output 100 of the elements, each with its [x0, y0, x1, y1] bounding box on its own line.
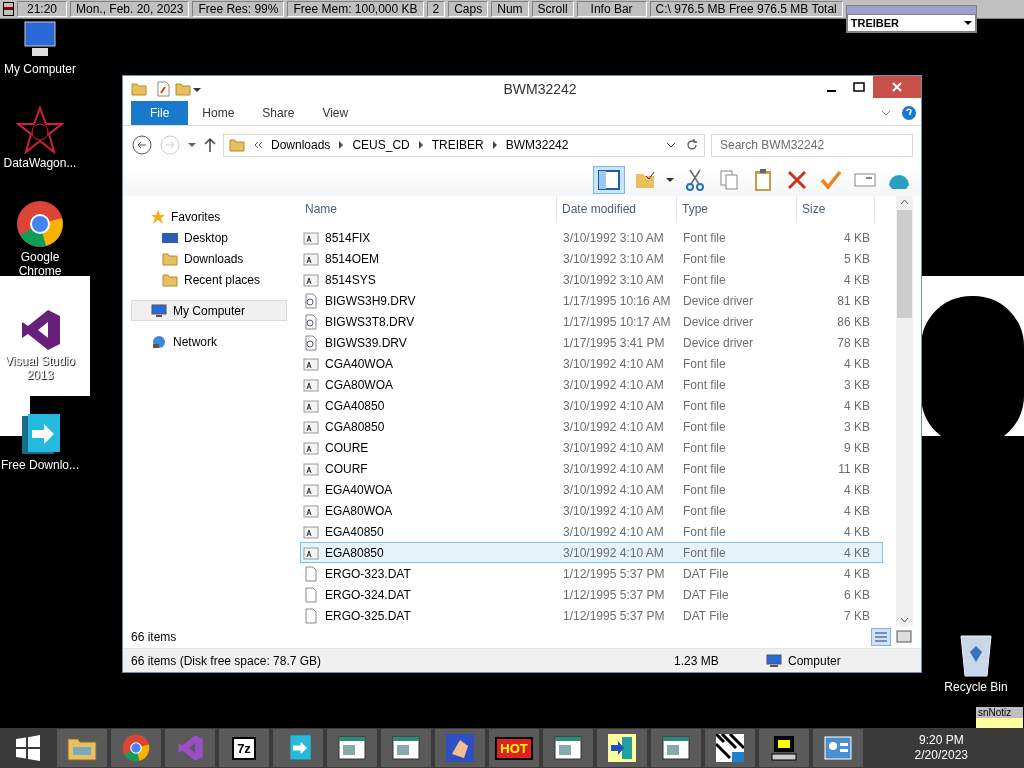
back-icon[interactable]: [131, 134, 153, 156]
column-header[interactable]: Size: [797, 196, 875, 222]
nav-item[interactable]: Network: [131, 331, 287, 352]
date-cell-text: 1/17/1995 3:41 PM: [562, 335, 666, 350]
taskbar-app-button[interactable]: [543, 729, 593, 767]
file-row[interactable]: EGA80850 3/10/1992 4:10 AM Font file 4 KB: [300, 542, 883, 563]
thumbnail-view-icon[interactable]: [895, 628, 913, 646]
desktop-shortcut[interactable]: Google Chrome: [0, 200, 80, 278]
column-header[interactable]: Date modified: [557, 196, 677, 222]
info-bar-item: 2: [426, 1, 446, 17]
breadcrumb-item[interactable]: CEUS_CD: [352, 138, 410, 152]
info-bar-item: C:\ 976.5 MB Free 976.5 MB Total: [649, 1, 843, 17]
file-row[interactable]: ERGO-323.DAT 1/12/1995 5:37 PM DAT File 4 KB: [300, 563, 883, 584]
nav-item[interactable]: My Computer: [131, 300, 287, 321]
file-row[interactable]: ERGO-324.DAT 1/12/1995 5:37 PM DAT File 6 KB: [300, 584, 883, 605]
file-name: EGA80WOA: [325, 503, 393, 518]
search-field[interactable]: Search BWM32242: [711, 133, 913, 157]
selection-size: 1.23 MB: [674, 653, 720, 668]
file-row[interactable]: CGA80850 3/10/1992 4:10 AM Font file 3 KB: [300, 416, 883, 437]
type-cell-text: Font file: [682, 230, 727, 245]
info-bar-item: Mon., Feb. 20, 2023: [70, 1, 190, 17]
file-row[interactable]: CGA80WOA 3/10/1992 4:10 AM Font file 3 KB: [300, 374, 883, 395]
file-row[interactable]: EGA40WOA 3/10/1992 4:10 AM Font file 4 KB: [300, 479, 883, 500]
envelope-icon: [854, 172, 876, 188]
file-row[interactable]: COURF 3/10/1992 4:10 AM Font file 11 KB: [300, 458, 883, 479]
clock[interactable]: 9:20 PM 2/20/2023: [914, 733, 1024, 763]
scroll-thumb[interactable]: [897, 210, 912, 318]
ribbon-tab[interactable]: File: [131, 101, 189, 125]
chevron-down-icon[interactable]: [665, 140, 677, 150]
file-row[interactable]: BIGWS3T8.DRV 1/17/1995 10:17 AM Device driver 86 KB: [300, 311, 883, 332]
size-cell-text: 4 KB: [843, 524, 871, 539]
ribbon-tab[interactable]: View: [308, 101, 363, 125]
dropdown-arrow-icon[interactable]: [187, 140, 197, 150]
chevron-right-icon[interactable]: [417, 141, 424, 149]
nav-item[interactable]: Downloads: [131, 248, 287, 269]
file-name: EGA40850: [325, 524, 384, 539]
desktop-shortcut[interactable]: My Computer: [0, 20, 80, 76]
taskbar-app-button[interactable]: [759, 729, 809, 767]
file-row[interactable]: ERGO-325.DAT 1/12/1995 5:37 PM DAT File 7 KB: [300, 605, 883, 626]
taskbar-app-button[interactable]: [381, 729, 431, 767]
file-row[interactable]: COURE 3/10/1992 4:10 AM Font file 9 KB: [300, 437, 883, 458]
info-bar-item: Scroll: [531, 1, 574, 17]
nav-item[interactable]: Recent places: [131, 269, 287, 290]
desktop-shortcut[interactable]: DataWagon...: [0, 106, 80, 170]
taskbar-app-button[interactable]: HOT: [489, 729, 539, 767]
size-cell-text: 78 KB: [836, 335, 871, 350]
file-row[interactable]: EGA80WOA 3/10/1992 4:10 AM Font file 4 KB: [300, 500, 883, 521]
file-row[interactable]: 8514OEM 3/10/1992 3:10 AM Font file 5 KB: [300, 248, 883, 269]
info-bar-item: Num: [491, 1, 529, 17]
file-row[interactable]: BIGWS39.DRV 1/17/1995 3:41 PM Device driver 78 KB: [300, 332, 883, 353]
taskbar-app-button[interactable]: [705, 729, 755, 767]
desktop-shortcut[interactable]: Visual Studio 2013: [0, 308, 80, 382]
taskbar-app-button[interactable]: [813, 729, 863, 767]
file-row[interactable]: CGA40850 3/10/1992 4:10 AM Font file 4 KB: [300, 395, 883, 416]
file-name: ERGO-323.DAT: [325, 566, 411, 581]
file-row[interactable]: CGA40WOA 3/10/1992 4:10 AM Font file 4 KB: [300, 353, 883, 374]
breadcrumb-item[interactable]: TREIBER: [431, 138, 484, 152]
checker-icon: [716, 734, 744, 762]
scrollbar[interactable]: [896, 196, 913, 626]
file-name: CGA80850: [325, 419, 385, 434]
breadcrumb-item[interactable]: BWM32242: [505, 138, 569, 152]
taskbar-app-button[interactable]: [273, 729, 323, 767]
close-button[interactable]: [873, 76, 921, 98]
preview-pane-button[interactable]: [593, 166, 625, 194]
desktop-shortcut[interactable]: Free Downlo...: [0, 412, 80, 472]
window-icon: [554, 736, 582, 760]
properties-icon: [155, 80, 171, 97]
system-menu-button[interactable]: [3, 2, 14, 16]
drive-dropdown[interactable]: TREIBER: [846, 14, 976, 32]
chevron-right-icon[interactable]: [338, 141, 345, 149]
size-cell-text: 4 KB: [843, 503, 871, 518]
up-arrow-icon[interactable]: [203, 137, 217, 153]
taskbar-app-button[interactable]: 7z: [219, 729, 269, 767]
ribbon-tab[interactable]: Home: [188, 101, 249, 125]
taskbar-app-button[interactable]: [327, 729, 377, 767]
date-cell-text: 3/10/1992 4:10 AM: [562, 503, 665, 518]
column-header[interactable]: Name: [300, 196, 557, 222]
details-view-icon[interactable]: [871, 628, 891, 646]
taskbar-app-button[interactable]: [651, 729, 701, 767]
taskbar-app-button[interactable]: [597, 729, 647, 767]
type-cell-text: Font file: [682, 482, 727, 497]
dropdown-arrow-icon[interactable]: [665, 175, 675, 185]
refresh-icon[interactable]: [685, 138, 699, 152]
desktop-shortcut[interactable]: Recycle Bin: [940, 632, 1012, 694]
file-row[interactable]: 8514FIX 3/10/1992 3:10 AM Font file 4 KB: [300, 227, 883, 248]
column-header[interactable]: Type: [677, 196, 797, 222]
sticky-note[interactable]: snNotiz: [975, 706, 1024, 730]
chevron-right-icon[interactable]: [491, 141, 498, 149]
nav-item[interactable]: Favorites: [131, 206, 287, 227]
ribbon-tab[interactable]: Share: [248, 101, 309, 125]
file-row[interactable]: BIGWS3H9.DRV 1/17/1995 10:16 AM Device driver 81 KB: [300, 290, 883, 311]
gear-file-icon: [303, 292, 319, 309]
nav-item[interactable]: Desktop: [131, 227, 287, 248]
folder-icon: [162, 251, 178, 266]
file-row[interactable]: EGA40850 3/10/1992 4:10 AM Font file 4 KB: [300, 521, 883, 542]
breadcrumb-item[interactable]: Downloads: [271, 138, 331, 152]
address-bar[interactable]: Downloads CEUS_CD TREIBER BWM32242: [223, 133, 705, 157]
file-name: COURF: [325, 461, 368, 476]
computer-icon: [766, 653, 784, 668]
file-row[interactable]: 8514SYS 3/10/1992 3:10 AM Font file 4 KB: [300, 269, 883, 290]
